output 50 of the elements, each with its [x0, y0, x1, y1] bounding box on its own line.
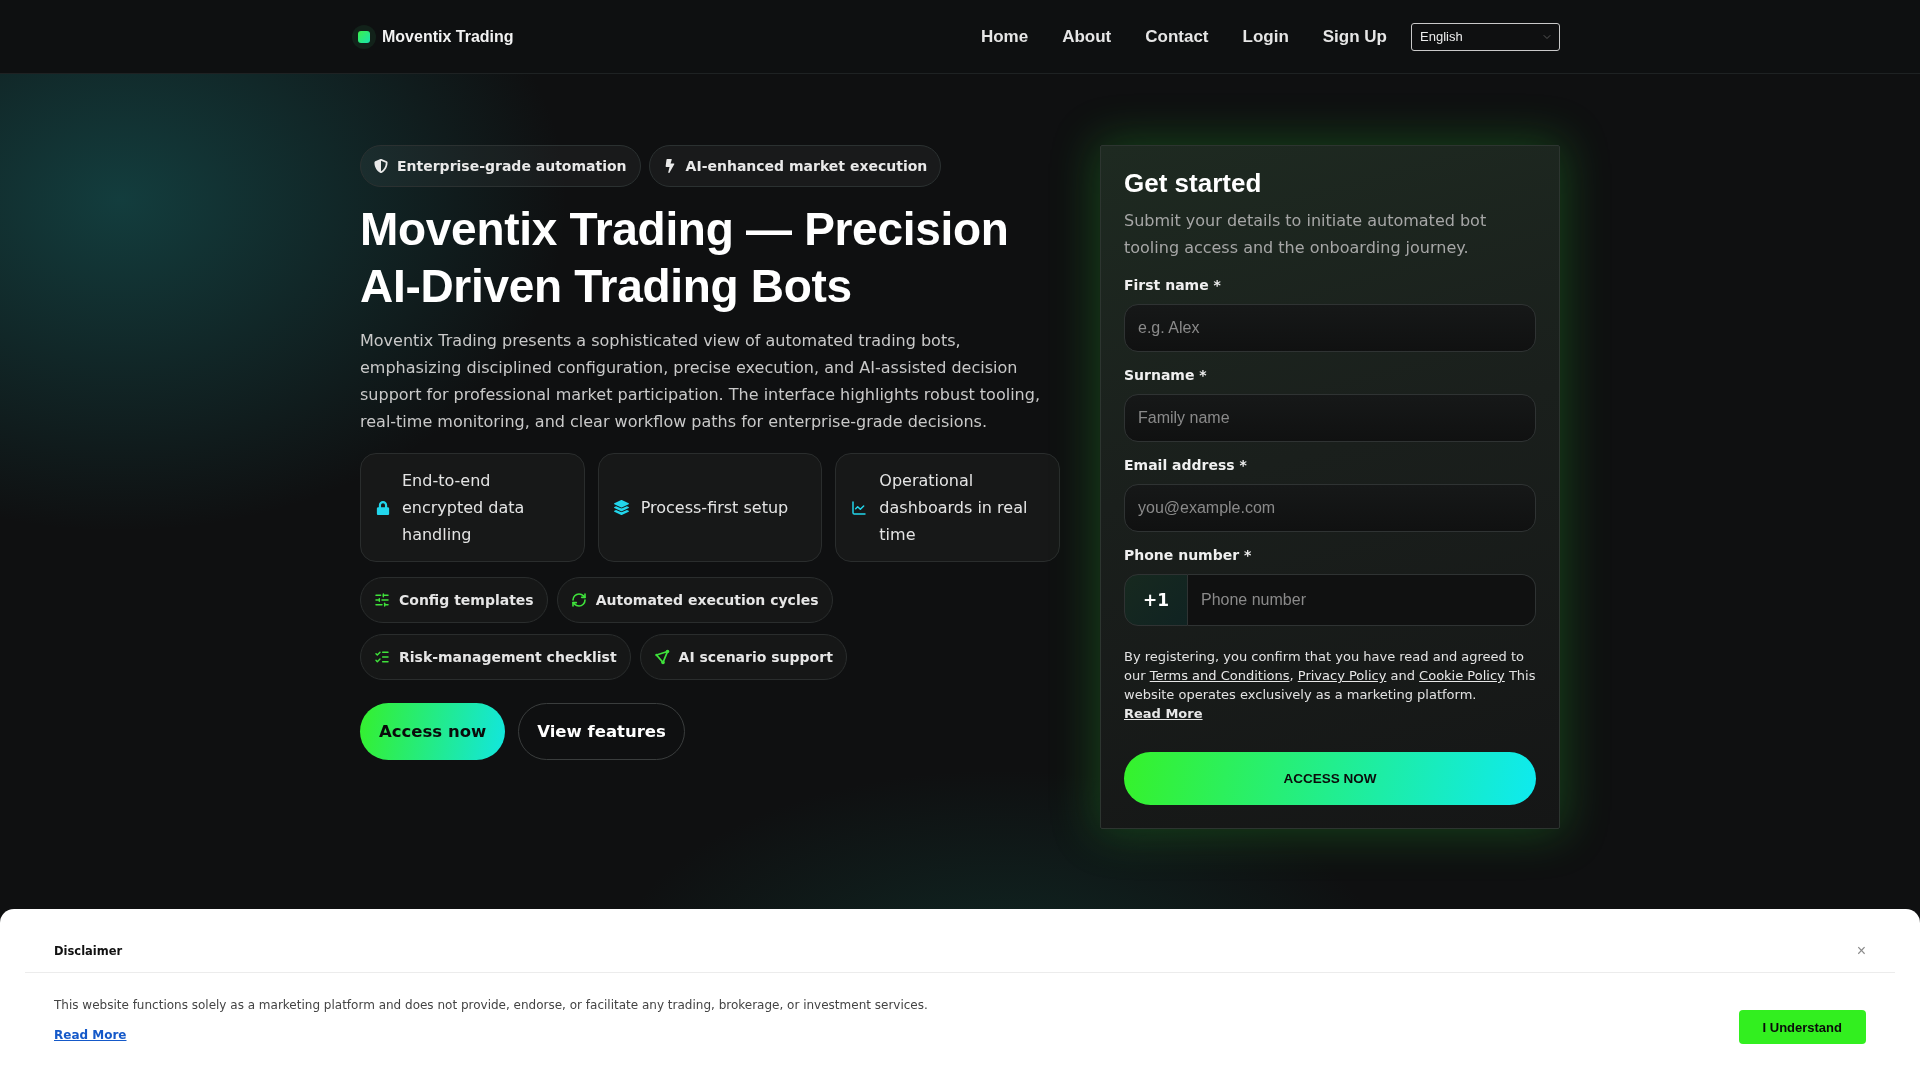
hero-description: Moventix Trading presents a sophisticated view of automated trading bots, emphasizing disciplined configuration, precise execution, and AI-assisted decision support for professional market participation. The interface highlights robust tooling, real-time monitoring, and clear workflow paths for enterprise-grade decisions.: [360, 330, 1041, 433]
logo-icon: [352, 24, 376, 49]
shield-icon: [374, 159, 388, 173]
nav-link[interactable]: About: [1062, 26, 1112, 47]
nav-link[interactable]: Contact: [1145, 26, 1209, 47]
tool-label: Automated execution cycles: [595, 592, 819, 608]
read-more-link[interactable]: Read More: [54, 1026, 127, 1044]
highlight-label: AI-enhanced market execution: [685, 158, 928, 174]
field-label: Email address *: [1124, 456, 1248, 475]
checklist-icon: [374, 649, 390, 665]
line-chart-icon: [851, 499, 868, 516]
lock-icon: [376, 500, 390, 515]
language-select[interactable]: English: [1411, 22, 1560, 51]
nodes-icon: [653, 649, 670, 665]
policy-link[interactable]: Terms and Conditions: [1149, 668, 1290, 683]
primary-button[interactable]: Access now: [360, 703, 506, 760]
disclaimer-text: This website functions solely as a marketing platform and does not provide, endorse, or facilitate any trading, brokerage, or investment services.: [54, 997, 928, 1014]
field-label: Surname *: [1124, 366, 1208, 385]
accept-button[interactable]: I Understand: [1738, 1010, 1866, 1044]
input-field[interactable]: you@example.com: [1124, 484, 1536, 532]
field-label: Phone number *: [1124, 546, 1253, 565]
input-field[interactable]: Family name: [1124, 394, 1536, 442]
consent-text: By registering, you confirm that you have read and agreed to our Terms and Conditions, Privacy Policy and Cookie Policy This website operates exclusively as a marketing platform. Read More: [1124, 648, 1536, 723]
sliders-icon: [374, 592, 390, 608]
disclaimer-title: Disclaimer: [54, 943, 123, 958]
form-subtitle: Submit your details to initiate automated bot tooling access and the onboarding journey.: [1124, 210, 1488, 259]
brand-name: Moventix Trading: [382, 27, 514, 46]
read-more-link[interactable]: Read More: [1124, 706, 1203, 721]
input-field[interactable]: e.g. Alex: [1124, 304, 1536, 352]
feature-text: Process-first setup: [640, 497, 789, 519]
close-button[interactable]: ×: [1856, 942, 1866, 959]
nav-link[interactable]: Home: [980, 26, 1029, 47]
submit-button[interactable]: ACCESS NOW: [1124, 752, 1536, 805]
nav-link[interactable]: Sign Up: [1322, 26, 1387, 47]
feature-text: Operational dashboards in real time: [879, 470, 1029, 546]
refresh-icon: [570, 592, 587, 608]
highlight-label: Enterprise-grade automation: [397, 158, 627, 174]
country-code-prefix[interactable]: +1: [1124, 574, 1188, 626]
hero-title: Moventix Trading — Precision AI-Driven Trading Bots: [360, 202, 1010, 314]
phone-input[interactable]: Phone number: [1188, 574, 1536, 626]
tool-label: Risk-management checklist: [399, 649, 617, 665]
nav-link[interactable]: Login: [1242, 26, 1289, 47]
tool-label: AI scenario support: [678, 649, 833, 665]
layers-icon: [613, 500, 629, 515]
policy-link[interactable]: Privacy Policy: [1297, 668, 1387, 683]
form-title: Get started: [1124, 167, 1263, 199]
policy-link[interactable]: Cookie Policy: [1419, 668, 1505, 683]
tool-label: Config templates: [399, 592, 534, 608]
feature-text: End-to-end encrypted data handling: [402, 470, 526, 546]
field-label: First name *: [1124, 276, 1222, 295]
